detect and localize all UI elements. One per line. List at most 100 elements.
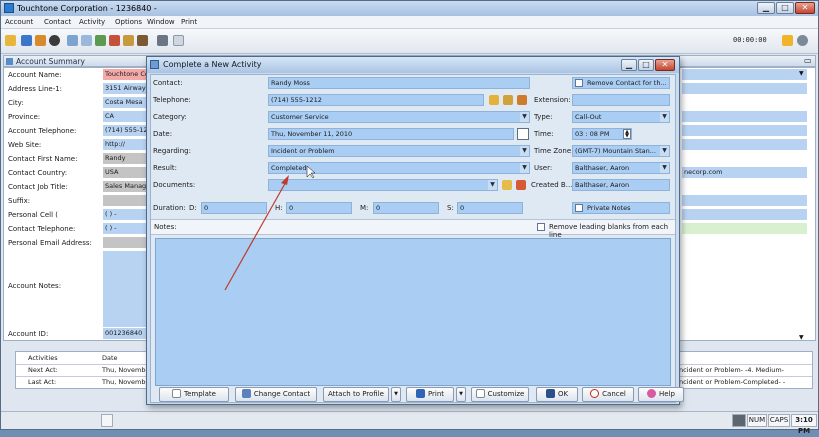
private-notes-checkbox[interactable] bbox=[575, 204, 583, 212]
account-name-value[interactable]: Touchtone Co bbox=[103, 69, 149, 80]
right-field-4[interactable] bbox=[682, 125, 807, 136]
task-icon[interactable] bbox=[81, 35, 92, 46]
attach-dropdown-button[interactable]: ▼ bbox=[391, 387, 401, 402]
settings-icon[interactable] bbox=[797, 35, 808, 46]
print-dropdown-button[interactable]: ▼ bbox=[456, 387, 466, 402]
folder-icon[interactable] bbox=[5, 35, 16, 46]
chevron-down-icon[interactable]: ▼ bbox=[660, 146, 669, 156]
report-icon[interactable] bbox=[173, 35, 184, 46]
result-select[interactable]: Completed ▼ bbox=[268, 162, 530, 174]
scroll-end-icon[interactable]: ▼ bbox=[799, 334, 804, 341]
suffix-value[interactable] bbox=[103, 195, 149, 206]
city-value[interactable]: Costa Mesa bbox=[103, 97, 149, 108]
personal-email-value[interactable] bbox=[103, 237, 149, 248]
dialog-maximize-button[interactable]: □ bbox=[638, 59, 654, 71]
notes-textarea[interactable] bbox=[155, 238, 671, 386]
edit-icon[interactable] bbox=[123, 35, 134, 46]
right-field-1[interactable] bbox=[682, 69, 807, 80]
open-folder-icon[interactable] bbox=[502, 180, 512, 190]
menu-window[interactable]: Window bbox=[147, 18, 175, 26]
ok-button[interactable]: OK bbox=[536, 387, 578, 402]
phone-options-icon[interactable] bbox=[517, 95, 527, 105]
right-email-field[interactable]: necorp.com bbox=[682, 167, 807, 178]
account-telephone-value[interactable]: (714) 555-12 bbox=[103, 125, 149, 136]
menu-account[interactable]: Account bbox=[5, 18, 33, 26]
scroll-down-icon[interactable]: ▼ bbox=[799, 70, 804, 77]
minutes-field[interactable]: 0 bbox=[373, 202, 439, 214]
attach-to-profile-button[interactable]: Attach to Profile bbox=[323, 387, 389, 402]
right-field-5[interactable] bbox=[682, 139, 807, 150]
telephone-field[interactable]: (714) 555-1212 bbox=[268, 94, 484, 106]
help-button[interactable]: Help bbox=[638, 387, 684, 402]
users-icon[interactable] bbox=[35, 35, 46, 46]
website-value[interactable]: http:// bbox=[103, 139, 149, 150]
right-field-2[interactable] bbox=[682, 83, 807, 94]
close-button[interactable]: ✕ bbox=[795, 2, 815, 14]
last-act-detail[interactable]: ncident or Problem-Completed- - bbox=[679, 378, 785, 386]
province-value[interactable]: CA bbox=[103, 111, 149, 122]
extension-field[interactable] bbox=[572, 94, 670, 106]
calendar-icon[interactable] bbox=[95, 35, 106, 46]
regarding-select[interactable]: Incident or Problem ▼ bbox=[268, 145, 530, 157]
contact-first-name-value[interactable]: Randy bbox=[103, 153, 149, 164]
documents-select[interactable]: ▼ bbox=[268, 179, 498, 191]
chevron-down-icon[interactable]: ▼ bbox=[520, 112, 529, 122]
menu-contact[interactable]: Contact bbox=[44, 18, 71, 26]
user-select[interactable]: Balthaser, Aaron ▼ bbox=[572, 162, 670, 174]
right-field-9[interactable] bbox=[682, 223, 807, 234]
seconds-field[interactable]: 0 bbox=[457, 202, 523, 214]
private-notes-field[interactable]: Private Notes bbox=[572, 202, 670, 214]
contact-field[interactable]: Randy Moss bbox=[268, 77, 530, 89]
right-field-8[interactable] bbox=[682, 209, 807, 220]
chevron-down-icon[interactable]: ▼ bbox=[660, 163, 669, 173]
chevron-down-icon[interactable]: ▼ bbox=[520, 146, 529, 156]
collapse-icon[interactable]: ▭ bbox=[804, 56, 812, 65]
next-act-date[interactable]: Thu, November bbox=[102, 366, 152, 374]
time-spinner-icon[interactable]: ▲ ▼ bbox=[623, 129, 631, 139]
contact-country-value[interactable]: USA bbox=[103, 167, 149, 178]
book-icon[interactable] bbox=[137, 35, 148, 46]
printer-icon[interactable] bbox=[157, 35, 168, 46]
contact-icon[interactable] bbox=[21, 35, 32, 46]
type-select[interactable]: Call-Out ▼ bbox=[572, 111, 670, 123]
address-value[interactable]: 3151 Airway A bbox=[103, 83, 149, 94]
phone-list-icon[interactable] bbox=[503, 95, 513, 105]
timer-start-icon[interactable] bbox=[782, 35, 793, 46]
right-field-3[interactable] bbox=[682, 111, 807, 122]
customize-button[interactable]: Customize bbox=[471, 387, 529, 402]
chevron-down-icon[interactable]: ▼ bbox=[660, 112, 669, 122]
change-contact-button[interactable]: Change Contact bbox=[235, 387, 317, 402]
next-act-detail[interactable]: ncident or Problem- -4. Medium- bbox=[679, 366, 784, 374]
date-field[interactable]: Thu, November 11, 2010 bbox=[268, 128, 514, 140]
contact-telephone-value[interactable]: ( ) - bbox=[103, 223, 149, 234]
hours-field[interactable]: 0 bbox=[286, 202, 352, 214]
days-field[interactable]: 0 bbox=[201, 202, 267, 214]
cancel-button[interactable]: Cancel bbox=[582, 387, 634, 402]
template-button[interactable]: Template bbox=[159, 387, 229, 402]
menu-activity[interactable]: Activity bbox=[79, 18, 105, 26]
notes-icon[interactable] bbox=[109, 35, 120, 46]
contact-job-title-value[interactable]: Sales Manage bbox=[103, 181, 149, 192]
last-act-date[interactable]: Thu, November bbox=[102, 378, 152, 386]
phone-dial-icon[interactable] bbox=[489, 95, 499, 105]
maximize-button[interactable]: □ bbox=[776, 2, 794, 14]
calendar-icon[interactable] bbox=[517, 128, 529, 140]
remove-contact-field[interactable]: Remove Contact for th... bbox=[572, 77, 670, 89]
menu-options[interactable]: Options bbox=[115, 18, 142, 26]
print-button[interactable]: Print bbox=[406, 387, 454, 402]
remove-contact-checkbox[interactable] bbox=[575, 79, 583, 87]
category-select[interactable]: Customer Service ▼ bbox=[268, 111, 530, 123]
personal-cell-value[interactable]: ( ) - bbox=[103, 209, 149, 220]
attach-document-icon[interactable] bbox=[516, 180, 526, 190]
menu-print[interactable]: Print bbox=[181, 18, 197, 26]
account-notes-field[interactable] bbox=[103, 251, 149, 327]
chevron-down-icon[interactable]: ▼ bbox=[488, 180, 497, 190]
schedule-icon[interactable] bbox=[67, 35, 78, 46]
dialog-close-button[interactable]: ✕ bbox=[655, 59, 675, 71]
lookup-icon[interactable] bbox=[49, 35, 60, 46]
minimize-button[interactable]: ▁ bbox=[757, 2, 775, 14]
right-field-7[interactable] bbox=[682, 195, 807, 206]
dialog-minimize-button[interactable]: ▁ bbox=[621, 59, 637, 71]
chevron-down-icon[interactable]: ▼ bbox=[520, 163, 529, 173]
timezone-select[interactable]: (GMT-7) Mountain Stan... ▼ bbox=[572, 145, 670, 157]
